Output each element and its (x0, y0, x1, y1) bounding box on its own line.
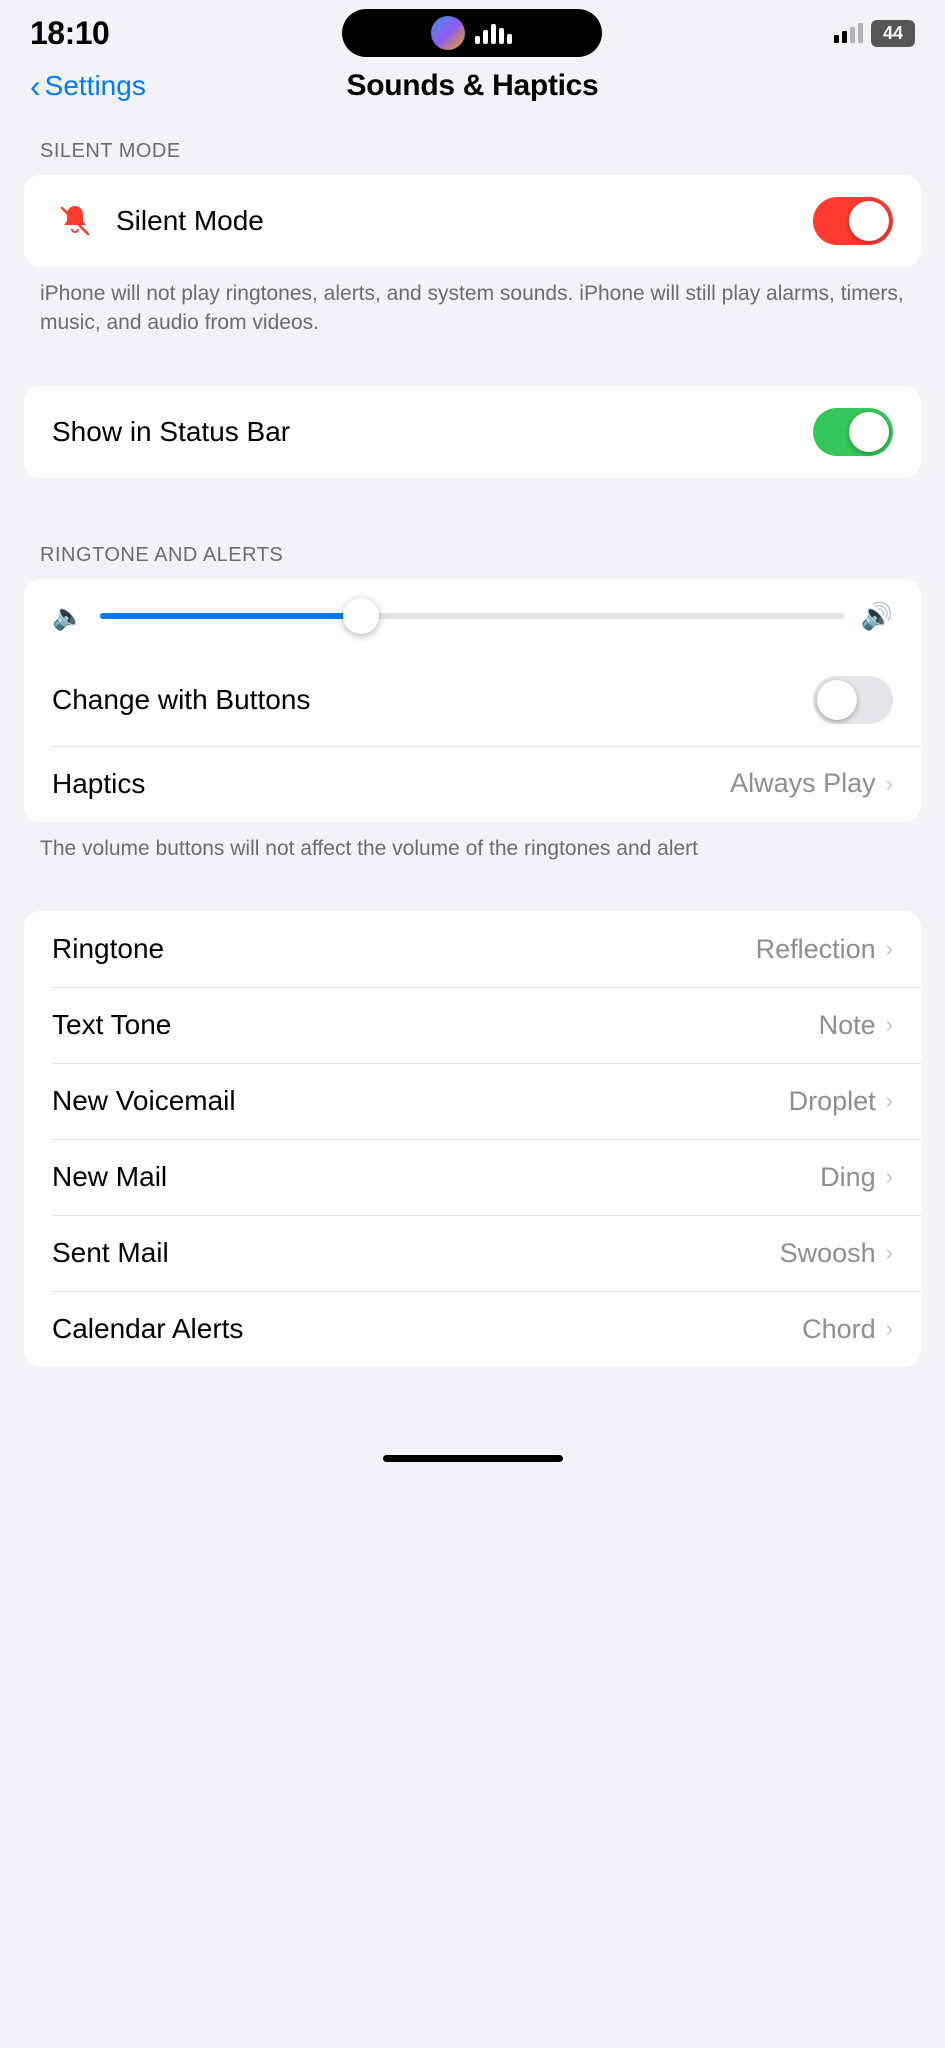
home-indicator (0, 1437, 945, 1472)
sent-mail-row[interactable]: Sent Mail Swoosh › (24, 1215, 921, 1291)
status-avatar (431, 16, 465, 50)
audio-bar-5 (507, 34, 512, 44)
calendar-alerts-chevron-icon: › (886, 1316, 893, 1342)
haptics-row[interactable]: Haptics Always Play › (24, 746, 921, 822)
ringtone-alerts-footer: The volume buttons will not affect the v… (0, 822, 945, 863)
signal-bar-4 (858, 23, 863, 43)
silent-mode-toggle[interactable] (813, 197, 893, 245)
new-voicemail-chevron-icon: › (886, 1088, 893, 1114)
signal-bar-2 (842, 31, 847, 43)
volume-slider-thumb[interactable] (343, 598, 379, 634)
change-with-buttons-label: Change with Buttons (52, 684, 310, 716)
back-label[interactable]: Settings (45, 70, 146, 102)
status-time: 18:10 (30, 15, 109, 52)
text-tone-label: Text Tone (52, 1009, 171, 1041)
text-tone-chevron-icon: › (886, 1012, 893, 1038)
sent-mail-right: Swoosh › (780, 1238, 893, 1269)
signal-bar-1 (834, 35, 839, 43)
sent-mail-value: Swoosh (780, 1238, 876, 1269)
back-chevron-icon: ‹ (30, 70, 41, 102)
ringtone-value: Reflection (756, 934, 876, 965)
audio-bar-4 (499, 28, 504, 44)
ringtone-row[interactable]: Ringtone Reflection › (24, 911, 921, 987)
audio-bar-3 (491, 24, 496, 44)
status-bar: 18:10 44 (0, 0, 945, 60)
silent-mode-card: Silent Mode (24, 175, 921, 267)
status-right: 44 (834, 20, 915, 47)
calendar-alerts-value: Chord (802, 1314, 876, 1345)
bell-icon (52, 198, 98, 244)
text-tone-row[interactable]: Text Tone Note › (24, 987, 921, 1063)
calendar-alerts-row[interactable]: Calendar Alerts Chord › (24, 1291, 921, 1367)
new-voicemail-label: New Voicemail (52, 1085, 236, 1117)
silent-mode-row[interactable]: Silent Mode (24, 175, 921, 267)
haptics-right: Always Play › (730, 768, 893, 799)
new-mail-value: Ding (820, 1162, 876, 1193)
haptics-value: Always Play (730, 768, 876, 799)
show-status-bar-label: Show in Status Bar (52, 416, 290, 448)
sent-mail-chevron-icon: › (886, 1240, 893, 1266)
change-with-buttons-row[interactable]: Change with Buttons (24, 654, 921, 746)
ringtone-label: Ringtone (52, 933, 164, 965)
change-with-buttons-toggle[interactable] (813, 676, 893, 724)
show-status-bar-toggle[interactable] (813, 408, 893, 456)
new-mail-label: New Mail (52, 1161, 167, 1193)
volume-high-icon: 🔊 (861, 601, 893, 632)
silent-mode-footer: iPhone will not play ringtones, alerts, … (0, 267, 945, 338)
haptics-label: Haptics (52, 768, 145, 800)
signal-bars (834, 23, 863, 43)
volume-slider-row[interactable]: 🔈 🔊 (24, 579, 921, 654)
silent-mode-section: SILENT MODE Silent Mode iPhone will not … (0, 140, 945, 338)
battery-indicator: 44 (871, 20, 915, 47)
haptics-chevron-icon: › (886, 771, 893, 797)
calendar-alerts-right: Chord › (802, 1314, 893, 1345)
new-mail-right: Ding › (820, 1162, 893, 1193)
tones-section: Ringtone Reflection › Text Tone Note › N… (0, 911, 945, 1367)
show-status-bar-toggle-knob (849, 412, 889, 452)
change-with-buttons-toggle-knob (817, 680, 857, 720)
new-voicemail-value: Droplet (789, 1086, 876, 1117)
back-button[interactable]: ‹ Settings (30, 70, 146, 102)
show-status-bar-row[interactable]: Show in Status Bar (24, 386, 921, 478)
calendar-alerts-label: Calendar Alerts (52, 1313, 243, 1345)
silent-mode-toggle-knob (849, 201, 889, 241)
status-bar-card: Show in Status Bar (24, 386, 921, 478)
volume-slider-track[interactable] (100, 613, 844, 619)
sent-mail-label: Sent Mail (52, 1237, 169, 1269)
ringtone-right: Reflection › (756, 934, 893, 965)
tones-card: Ringtone Reflection › Text Tone Note › N… (24, 911, 921, 1367)
status-bar-section: Show in Status Bar (0, 386, 945, 478)
new-mail-chevron-icon: › (886, 1164, 893, 1190)
home-bar (383, 1455, 563, 1462)
ringtone-chevron-icon: › (886, 936, 893, 962)
audio-bar-2 (483, 30, 488, 44)
silent-mode-left: Silent Mode (52, 198, 264, 244)
new-voicemail-right: Droplet › (789, 1086, 893, 1117)
text-tone-right: Note › (819, 1010, 893, 1041)
silent-mode-header: SILENT MODE (0, 140, 945, 175)
new-voicemail-row[interactable]: New Voicemail Droplet › (24, 1063, 921, 1139)
page-title: Sounds & Haptics (347, 69, 599, 103)
volume-low-icon: 🔈 (52, 601, 84, 632)
volume-slider-fill (100, 613, 360, 619)
audio-bar-1 (475, 36, 480, 44)
audio-bars (475, 22, 512, 44)
ringtone-alerts-header: RINGTONE AND ALERTS (0, 544, 945, 579)
signal-bar-3 (850, 27, 855, 43)
nav-bar: ‹ Settings Sounds & Haptics (0, 60, 945, 122)
ringtone-alerts-card: 🔈 🔊 Change with Buttons Haptics Always P… (24, 579, 921, 822)
new-mail-row[interactable]: New Mail Ding › (24, 1139, 921, 1215)
ringtone-alerts-section: RINGTONE AND ALERTS 🔈 🔊 Change with Butt… (0, 544, 945, 863)
silent-mode-label: Silent Mode (116, 205, 264, 237)
status-center-pill (342, 9, 602, 57)
text-tone-value: Note (819, 1010, 876, 1041)
